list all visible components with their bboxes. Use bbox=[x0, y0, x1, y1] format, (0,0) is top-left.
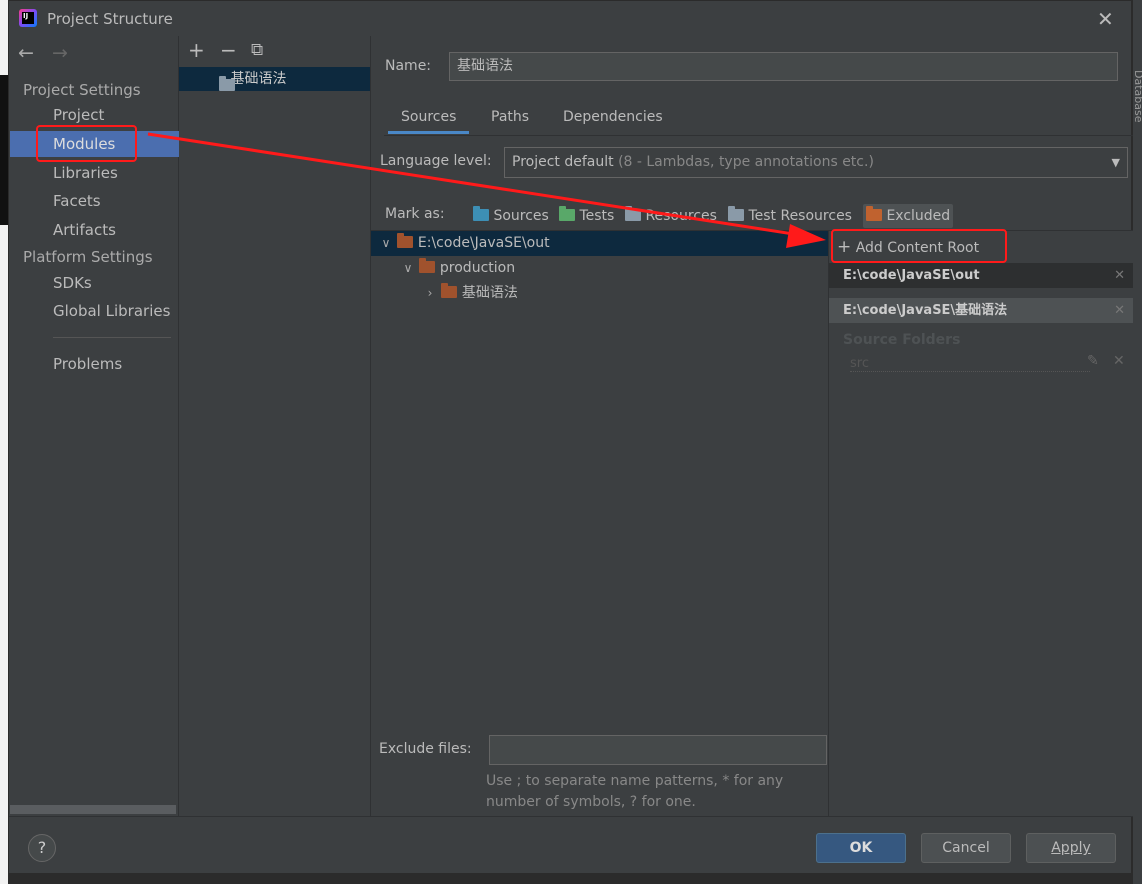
annotation-arrow bbox=[147, 132, 826, 248]
